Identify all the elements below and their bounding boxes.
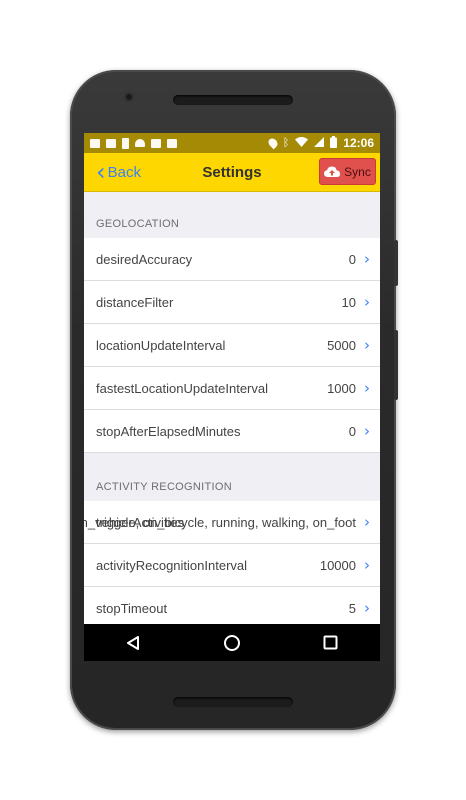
setting-value: 10000	[319, 557, 356, 573]
signal-icon	[314, 136, 325, 150]
top-speaker	[173, 95, 293, 105]
setting-row-stop-after-elapsed-minutes[interactable]: stopAfterElapsedMinutes 0 ›	[84, 410, 380, 453]
bottom-speaker	[173, 697, 293, 707]
setting-row-distance-filter[interactable]: distanceFilter 10 ›	[84, 281, 380, 324]
chevron-right-icon: ›	[364, 422, 370, 440]
toolbar: ‹ Back Settings Sync	[84, 153, 380, 192]
square-recents-icon	[323, 635, 338, 650]
chevron-right-icon: ›	[364, 250, 370, 268]
location-icon	[266, 136, 280, 150]
setting-row-trigger-activities[interactable]: triggerActivities in_vehicle, on_bicycle…	[84, 501, 380, 544]
setting-value: 10	[341, 294, 356, 310]
setting-label: locationUpdateInterval	[96, 337, 226, 353]
download-icon	[122, 137, 129, 149]
screen: ᛒ 12:06 ‹ Back Settings Sync GEOLOCATION…	[84, 133, 380, 661]
power-button	[394, 330, 398, 400]
front-camera	[124, 92, 134, 102]
gmail-icon	[90, 138, 100, 148]
setting-value: 5	[348, 600, 356, 616]
chevron-left-icon: ‹	[96, 158, 106, 186]
setting-label: stopAfterElapsedMinutes	[96, 423, 241, 439]
chevron-right-icon: ›	[364, 513, 370, 531]
circle-home-icon	[223, 634, 240, 651]
section-header-geolocation: GEOLOCATION	[96, 218, 180, 230]
chevron-right-icon: ›	[364, 599, 370, 617]
briefcase-icon	[167, 138, 177, 148]
section-header-activity-recognition: ACTIVITY RECOGNITION	[96, 481, 232, 493]
back-label: Back	[107, 163, 141, 181]
cloud-upload-icon	[324, 166, 341, 177]
setting-value: 0	[348, 423, 356, 439]
setting-label: distanceFilter	[96, 294, 174, 310]
sync-label: Sync	[344, 164, 371, 179]
chevron-right-icon: ›	[364, 556, 370, 574]
setting-row-stop-timeout[interactable]: stopTimeout 5 ›	[84, 587, 380, 624]
image-icon	[106, 138, 116, 148]
clock: 12:06	[343, 136, 374, 150]
settings-list: GEOLOCATION desiredAccuracy 0 › distance…	[84, 192, 380, 624]
status-bar: ᛒ 12:06	[84, 133, 380, 153]
setting-row-activity-recognition-interval[interactable]: activityRecognitionInterval 10000 ›	[84, 544, 380, 587]
photos-icon	[151, 138, 161, 148]
chevron-right-icon: ›	[364, 336, 370, 354]
chevron-right-icon: ›	[364, 293, 370, 311]
back-button[interactable]: ‹ Back	[96, 158, 141, 186]
nav-home-button[interactable]	[217, 628, 247, 658]
chevron-right-icon: ›	[364, 379, 370, 397]
setting-row-fastest-location-update-interval[interactable]: fastestLocationUpdateInterval 1000 ›	[84, 367, 380, 410]
setting-row-location-update-interval[interactable]: locationUpdateInterval 5000 ›	[84, 324, 380, 367]
setting-value: 5000	[327, 337, 356, 353]
wifi-icon	[295, 136, 309, 150]
nav-back-button[interactable]	[118, 628, 148, 658]
android-nav-bar	[84, 624, 380, 661]
setting-label: fastestLocationUpdateInterval	[96, 380, 268, 396]
setting-label: activityRecognitionInterval	[96, 557, 248, 573]
nav-recents-button[interactable]	[316, 628, 346, 658]
sync-button[interactable]: Sync	[319, 158, 376, 185]
triangle-back-icon	[127, 635, 140, 650]
bluetooth-icon: ᛒ	[282, 137, 290, 149]
volume-button	[394, 240, 398, 286]
battery-icon	[330, 135, 338, 151]
setting-value: 0	[348, 251, 356, 267]
setting-value: 1000	[327, 380, 356, 396]
setting-value: in_vehicle, on_bicycle, running, walking…	[84, 514, 356, 530]
setting-label: stopTimeout	[96, 600, 168, 616]
setting-row-desired-accuracy[interactable]: desiredAccuracy 0 ›	[84, 238, 380, 281]
setting-label: desiredAccuracy	[96, 251, 193, 267]
android-icon	[135, 139, 145, 147]
